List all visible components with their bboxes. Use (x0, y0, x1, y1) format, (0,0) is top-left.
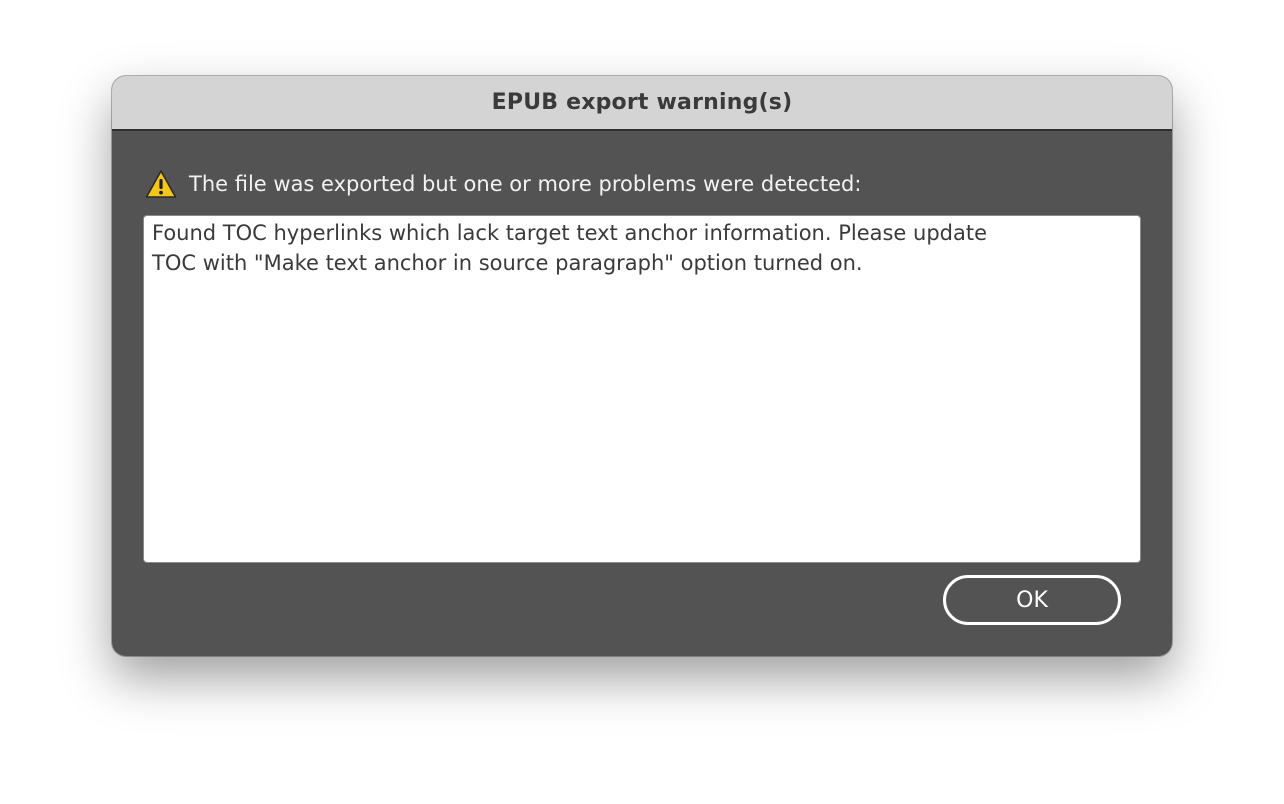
dialog-title: EPUB export warning(s) (491, 90, 793, 115)
epub-export-warning-dialog: EPUB export warning(s) The file was expo… (112, 76, 1172, 656)
dialog-titlebar[interactable]: EPUB export warning(s) (112, 76, 1172, 131)
warning-triangle-icon (145, 169, 177, 199)
message-row: The file was exported but one or more pr… (145, 166, 861, 202)
ok-button[interactable]: OK (943, 575, 1121, 625)
warning-message: The file was exported but one or more pr… (189, 172, 862, 196)
details-text-area[interactable]: Found TOC hyperlinks which lack target t… (143, 215, 1141, 563)
